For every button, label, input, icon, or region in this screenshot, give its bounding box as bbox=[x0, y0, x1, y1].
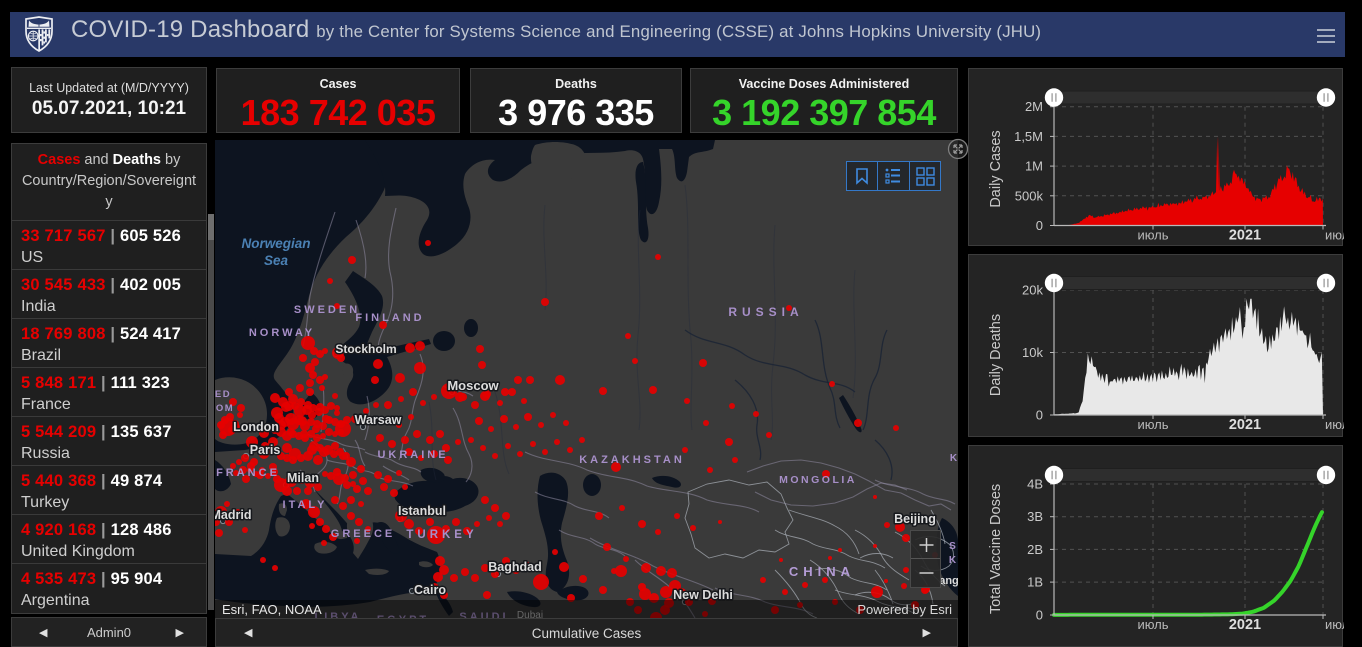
svg-text:K: K bbox=[950, 453, 958, 464]
svg-text:2021: 2021 bbox=[1229, 617, 1261, 633]
svg-text:Cairo: Cairo bbox=[414, 583, 446, 597]
svg-text:2B: 2B bbox=[1027, 542, 1043, 557]
svg-text:TURKEY: TURKEY bbox=[406, 529, 477, 541]
svg-text:Milan: Milan bbox=[287, 471, 319, 485]
svg-text:2021: 2021 bbox=[1229, 228, 1261, 244]
svg-text:июл: июл bbox=[1325, 617, 1344, 632]
svg-text:SWEDEN: SWEDEN bbox=[294, 304, 360, 316]
svg-text:Total Vaccine Doses: Total Vaccine Doses bbox=[988, 484, 1004, 614]
svg-text:4B: 4B bbox=[1027, 477, 1043, 492]
svg-text:500k: 500k bbox=[1015, 188, 1044, 203]
svg-text:Istanbul: Istanbul bbox=[398, 504, 446, 518]
svg-text:OM: OM bbox=[216, 403, 234, 414]
svg-text:июл: июл bbox=[1325, 417, 1344, 432]
svg-text:Madrid: Madrid bbox=[215, 508, 251, 522]
svg-text:London: London bbox=[233, 420, 279, 434]
svg-text:RUSSIA: RUSSIA bbox=[728, 305, 803, 319]
svg-text:K: K bbox=[949, 555, 957, 566]
svg-text:Stockholm: Stockholm bbox=[335, 342, 396, 356]
svg-text:Warsaw: Warsaw bbox=[355, 413, 402, 427]
svg-text:1,5M: 1,5M bbox=[1014, 129, 1043, 144]
svg-text:GREECE: GREECE bbox=[331, 528, 395, 540]
svg-text:FINLAND: FINLAND bbox=[355, 312, 424, 324]
svg-text:S: S bbox=[949, 541, 957, 552]
svg-text:20k: 20k bbox=[1022, 283, 1043, 298]
svg-text:Moscow: Moscow bbox=[447, 378, 499, 393]
svg-text:0: 0 bbox=[1036, 218, 1043, 233]
svg-text:CHINA: CHINA bbox=[789, 564, 855, 579]
svg-text:ITALY: ITALY bbox=[283, 499, 328, 511]
svg-text:2M: 2M bbox=[1025, 99, 1043, 114]
svg-text:10k: 10k bbox=[1022, 345, 1043, 360]
svg-text:июль: июль bbox=[1137, 228, 1168, 243]
svg-text:Baghdad: Baghdad bbox=[488, 560, 541, 574]
svg-text:Paris: Paris bbox=[250, 443, 281, 457]
svg-text:NORWAY: NORWAY bbox=[249, 327, 315, 339]
svg-text:0: 0 bbox=[1036, 608, 1043, 623]
svg-text:UKRAINE: UKRAINE bbox=[377, 449, 448, 461]
svg-text:Daily Deaths: Daily Deaths bbox=[988, 314, 1004, 396]
svg-text:0: 0 bbox=[1036, 408, 1043, 423]
svg-text:1B: 1B bbox=[1027, 575, 1043, 590]
svg-text:FRANCE: FRANCE bbox=[216, 467, 280, 479]
svg-text:ang: ang bbox=[939, 575, 958, 587]
svg-text:июл: июл bbox=[1325, 228, 1344, 243]
svg-text:KAZAKHSTAN: KAZAKHSTAN bbox=[579, 454, 685, 466]
svg-text:ED: ED bbox=[215, 389, 231, 400]
svg-text:июль: июль bbox=[1137, 417, 1168, 432]
svg-text:июль: июль bbox=[1137, 617, 1168, 632]
svg-text:3B: 3B bbox=[1027, 509, 1043, 524]
svg-text:Daily Cases: Daily Cases bbox=[988, 130, 1004, 207]
svg-text:MONGOLIA: MONGOLIA bbox=[779, 474, 857, 486]
svg-text:1M: 1M bbox=[1025, 159, 1043, 174]
svg-text:Norwegian: Norwegian bbox=[241, 236, 310, 251]
svg-text:2021: 2021 bbox=[1229, 417, 1261, 433]
svg-text:Sea: Sea bbox=[264, 253, 289, 268]
svg-text:Beijing: Beijing bbox=[894, 512, 936, 526]
